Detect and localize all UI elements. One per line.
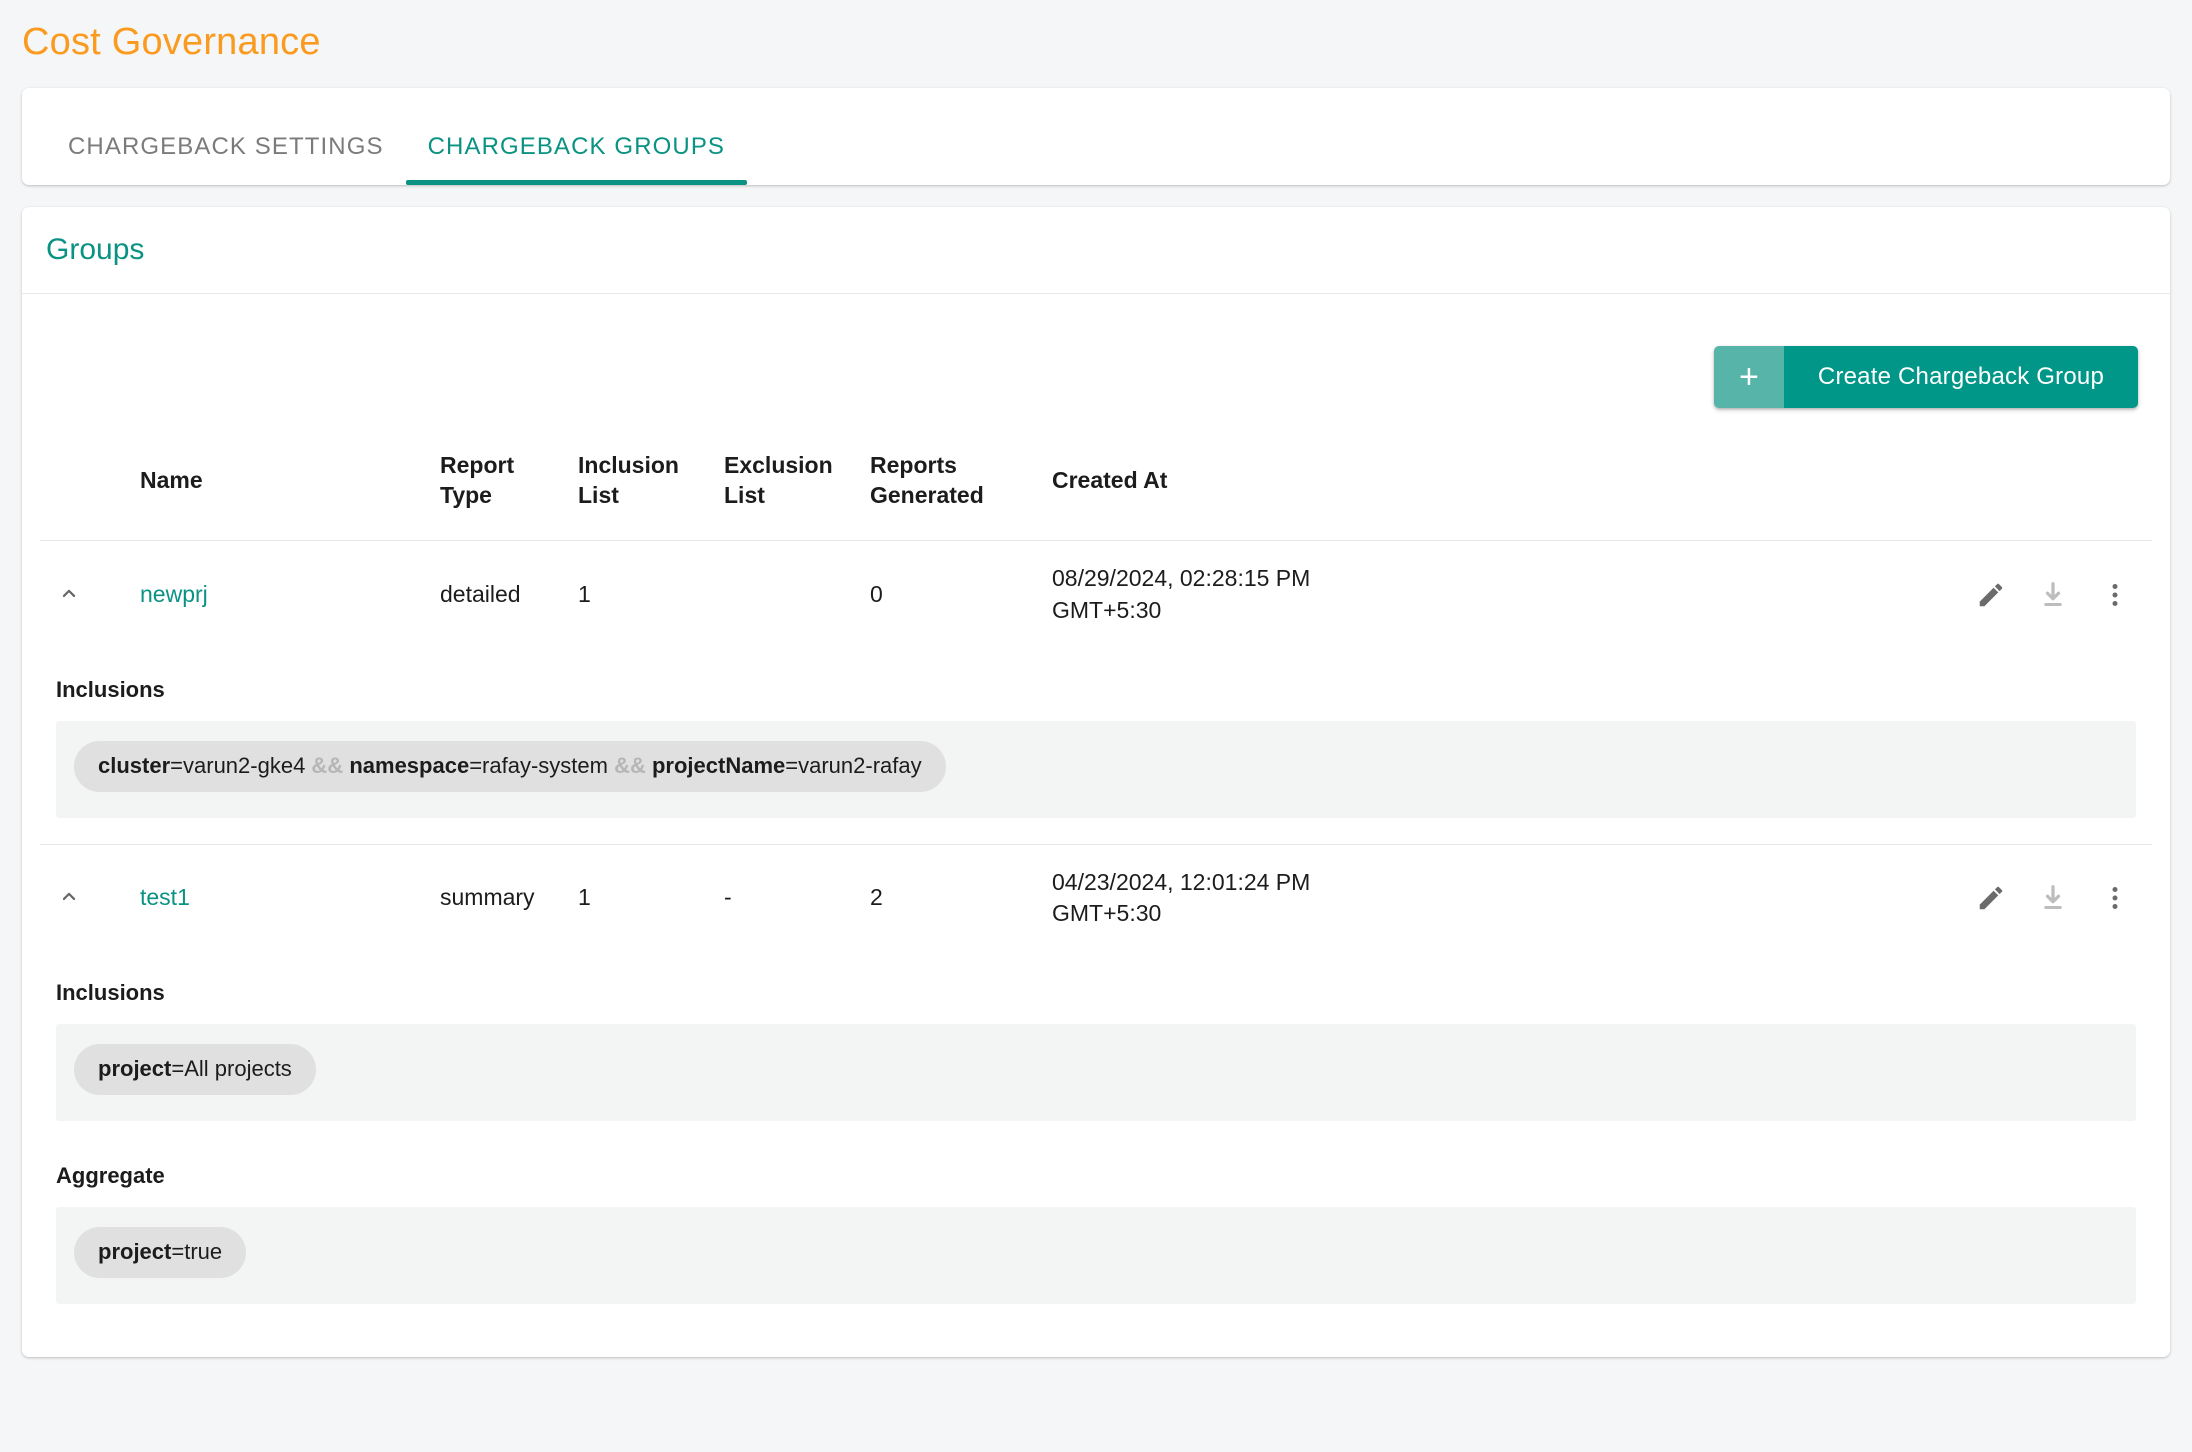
cell-exclusion-list: [716, 540, 862, 649]
column-header-report-type: Report Type: [432, 436, 570, 541]
groups-toolbar: + Create Chargeback Group: [40, 294, 2152, 408]
groups-title: Groups: [46, 232, 145, 266]
column-header-name-line1: Name: [140, 466, 203, 493]
table-header-row: Name Report Type Inclusion List Exclusio…: [40, 436, 2152, 541]
column-header-report-type-line1: Report: [440, 451, 515, 478]
column-header-reports-generated-line1: Reports: [870, 451, 957, 478]
row-toggle-cell: [40, 843, 132, 952]
created-at-datetime: 08/29/2024, 02:28:15 PM: [1052, 565, 1311, 592]
chip-key: project: [98, 1239, 172, 1265]
edit-icon[interactable]: [1960, 574, 2022, 616]
cell-inclusion-list: 1: [570, 540, 716, 649]
chip-key: projectName: [651, 753, 786, 779]
chip-value: =true: [171, 1239, 223, 1265]
download-icon[interactable]: [2022, 877, 2084, 919]
column-header-name: Name: [132, 436, 432, 541]
column-header-created-at-line1: Created At: [1052, 466, 1168, 493]
column-header-exclusion-list-line2: List: [724, 481, 765, 508]
detail-section-label: Inclusions: [56, 676, 165, 702]
created-at-timezone: GMT+5:30: [1052, 597, 1162, 624]
table-header: Name Report Type Inclusion List Exclusio…: [40, 436, 2152, 541]
page-root: Cost Governance CHARGEBACK SETTINGS CHAR…: [0, 0, 2192, 1452]
cell-name: newprj: [132, 540, 432, 649]
column-header-report-type-line2: Type: [440, 481, 492, 508]
chip-key: namespace: [349, 753, 470, 779]
cell-created-at: 04/23/2024, 12:01:24 PM GMT+5:30: [1044, 843, 1374, 952]
chip-value: =varun2-rafay: [785, 753, 922, 779]
cell-report-type: summary: [432, 843, 570, 952]
table-row[interactable]: newprj detailed 1 0 08/29/2024, 02:28:15 PM G…: [40, 540, 2152, 649]
chip-value: =varun2-gke4: [170, 753, 312, 779]
column-header-spacer: [1374, 436, 1952, 541]
cell-created-at: 08/29/2024, 02:28:15 PM GMT+5:30: [1044, 540, 1374, 649]
cell-spacer: [1374, 843, 1952, 952]
download-icon[interactable]: [2022, 574, 2084, 616]
chip-value: =All projects: [171, 1056, 292, 1082]
filter-chip[interactable]: project=true: [74, 1227, 247, 1278]
detail-section-label: Aggregate: [56, 1162, 165, 1188]
group-name-link[interactable]: newprj: [140, 581, 208, 607]
edit-icon[interactable]: [1960, 877, 2022, 919]
detail-section-panel: project=All projects: [56, 1024, 2136, 1121]
column-header-reports-generated: Reports Generated: [862, 436, 1044, 541]
detail-spacer: [48, 1121, 2144, 1147]
cell-actions: [1952, 540, 2152, 649]
chip-operator: &&: [614, 753, 646, 779]
groups-card: Groups + Create Chargeback Group Name Re…: [22, 206, 2170, 1357]
chip-key: cluster: [98, 753, 171, 779]
table-row-details: Inclusions project=All projects Aggregate p…: [40, 952, 2152, 1330]
column-header-exclusion-list-line1: Exclusion: [724, 451, 833, 478]
create-chargeback-group-label: Create Chargeback Group: [1783, 345, 2138, 408]
cell-actions: [1952, 843, 2152, 952]
chargeback-groups-table: Name Report Type Inclusion List Exclusio…: [40, 436, 2152, 1330]
cell-spacer: [1374, 540, 1952, 649]
row-detail-panel-wrap: Inclusions project=All projects Aggregate p…: [48, 952, 2144, 1330]
cell-reports-generated: 2: [862, 843, 1044, 952]
column-header-created-at: Created At: [1044, 436, 1374, 541]
more-icon[interactable]: [2084, 574, 2146, 616]
detail-section-label: Inclusions: [56, 980, 165, 1005]
column-header-actions: [1952, 436, 2152, 541]
filter-chip[interactable]: cluster=varun2-gke4 && namespace=rafay-s…: [74, 741, 946, 792]
detail-section-panel: project=true: [56, 1207, 2136, 1304]
cell-name: test1: [132, 843, 432, 952]
table-row-details: Inclusions cluster=varun2-gke4 && namespa…: [40, 649, 2152, 844]
page-title: Cost Governance: [22, 21, 321, 63]
cell-report-type: detailed: [432, 540, 570, 649]
groups-card-header: Groups: [22, 207, 2170, 294]
column-header-inclusion-list-line2: List: [578, 481, 619, 508]
more-icon[interactable]: [2084, 877, 2146, 919]
table-row[interactable]: test1 summary 1-2 04/23/2024, 12:01:24 PM GM…: [40, 843, 2152, 952]
tab-chargeback-settings[interactable]: CHARGEBACK SETTINGS: [46, 133, 406, 185]
row-expand-toggle[interactable]: [48, 578, 90, 608]
chip-key: project: [98, 1056, 172, 1082]
cell-reports-generated: 0: [862, 540, 1044, 649]
table-body: newprj detailed 1 0 08/29/2024, 02:28:15 PM G…: [40, 540, 2152, 1330]
row-toggle-cell: [40, 540, 132, 649]
tab-chargeback-groups[interactable]: CHARGEBACK GROUPS: [405, 133, 748, 185]
cell-exclusion-list: -: [716, 843, 862, 952]
row-detail-panel-wrap: Inclusions cluster=varun2-gke4 && namespa…: [48, 649, 2144, 844]
created-at-datetime: 04/23/2024, 12:01:24 PM: [1052, 868, 1311, 895]
created-at-timezone: GMT+5:30: [1052, 900, 1162, 927]
column-header-toggle: [40, 436, 132, 541]
column-header-inclusion-list: Inclusion List: [570, 436, 716, 541]
row-expand-toggle[interactable]: [48, 881, 90, 911]
chip-operator: &&: [311, 753, 344, 779]
column-header-exclusion-list: Exclusion List: [716, 436, 862, 541]
create-chargeback-group-button[interactable]: + Create Chargeback Group: [1713, 345, 2138, 408]
plus-icon: +: [1713, 345, 1784, 408]
groups-card-body: + Create Chargeback Group Name Report Ty…: [22, 294, 2170, 1330]
tabs-card: CHARGEBACK SETTINGS CHARGEBACK GROUPS: [22, 87, 2170, 185]
column-header-inclusion-list-line1: Inclusion: [578, 451, 679, 478]
cell-inclusion-list: 1: [570, 843, 716, 952]
filter-chip[interactable]: project=All projects: [74, 1044, 316, 1095]
group-name-link[interactable]: test1: [140, 884, 190, 910]
column-header-reports-generated-line2: Generated: [870, 481, 984, 508]
detail-section-panel: cluster=varun2-gke4 && namespace=rafay-s…: [56, 721, 2136, 818]
chip-value: =rafay-system: [469, 753, 615, 779]
